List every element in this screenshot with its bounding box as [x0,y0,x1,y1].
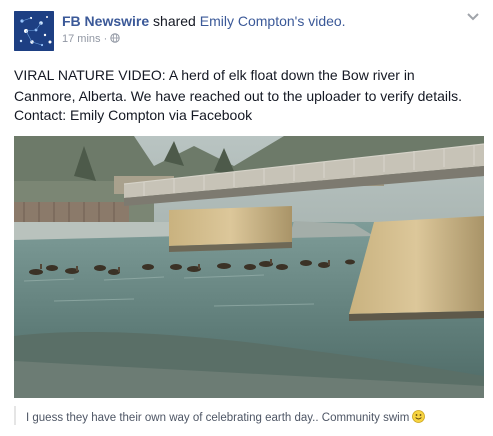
chevron-down-icon[interactable] [466,11,480,23]
meta-separator: · [100,33,111,45]
post-meta: 17 mins · [62,33,121,45]
video-caption-text: I guess they have their own way of celeb… [26,412,410,424]
shared-source-link[interactable]: Emily Compton's video. [200,13,346,29]
video-caption: I guess they have their own way of celeb… [26,410,426,424]
post-text-line: VIRAL NATURE VIDEO: A herd of elk float … [14,67,415,83]
video-player[interactable] [14,136,484,398]
page-avatar[interactable] [14,11,54,51]
newswire-logo-icon [14,11,54,51]
post-header: FB Newswire shared Emily Compton's video… [62,13,346,29]
smiley-emoji-icon [412,410,426,423]
video-thumbnail [14,136,484,398]
post-text-line: Canmore, Alberta. We have reached out to… [14,88,462,104]
author-link[interactable]: FB Newswire [62,13,149,29]
globe-icon[interactable] [110,33,121,43]
shared-text: shared [149,13,200,29]
timestamp-link[interactable]: 17 mins [62,33,101,45]
post-text: VIRAL NATURE VIDEO: A herd of elk float … [14,65,484,107]
caption-quote-bar [14,406,16,425]
post-contact: Contact: Emily Compton via Facebook [14,107,253,123]
